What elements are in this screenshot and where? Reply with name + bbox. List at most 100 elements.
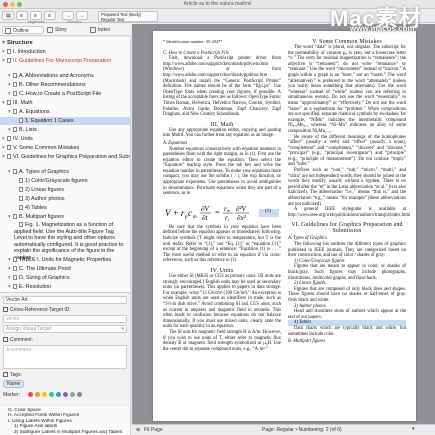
target-id-input[interactable]: vector (3, 315, 127, 323)
align-right-icon: ≡ (48, 13, 51, 19)
document-icon (13, 214, 17, 219)
checkbox-icon[interactable] (3, 337, 8, 342)
outline-item[interactable]: ▾ A. Abbreviations and Acronyms (0, 72, 130, 80)
outline-item[interactable]: ▾ B. Multipart figures (0, 213, 130, 221)
outline-item[interactable]: ▾ A. Equations (0, 108, 130, 116)
document-icon (13, 73, 17, 78)
marker-color-swatch[interactable] (63, 392, 68, 397)
marker-color-swatch[interactable] (42, 392, 47, 397)
outline-item[interactable]: 2) Linear figures (0, 186, 130, 194)
outline-item[interactable]: ▾ III. Math (0, 99, 130, 107)
outline-item-label: II. Guidelines For Manuscript Preparatio… (13, 58, 112, 64)
equations-body: Number equations consecutively with equa… (163, 146, 281, 197)
marker-color-swatch[interactable] (77, 392, 82, 397)
outline-icon (5, 28, 11, 34)
zoom-icon[interactable]: ⊕ (136, 427, 140, 433)
document-icon (13, 109, 17, 114)
outline-item[interactable]: ▾ D. Sizing of Graphics (0, 274, 130, 282)
document-icon (7, 100, 11, 105)
outline-item-label: C. The Ultimate Proof (19, 266, 71, 272)
section-c-body: First, download a PostScript printer dri… (163, 56, 281, 118)
units-body-2: The SI unit for magnetic field strength … (163, 329, 281, 352)
svg-text:∂x²: ∂x² (237, 214, 247, 222)
marker-label: Marker: (3, 392, 20, 398)
tab-story[interactable]: Story (45, 26, 87, 34)
inspector-panel: Vector Art Cross-Reference Target ID: ve… (0, 292, 131, 407)
align-center-icon: ≡ (34, 13, 37, 19)
checkbox-icon[interactable] (3, 307, 8, 312)
equation-block[interactable]: V + r p c m ∂V ∂t = r m r i ∂²V ∂x² (1) (163, 201, 281, 225)
outline-item[interactable]: ▾ V. Some Common Mistakes (0, 144, 130, 152)
linear-body: Figures that are composed of only black … (288, 286, 406, 303)
outline-item-label: B. Lists (19, 127, 37, 133)
chevron-down-icon[interactable]: ▾ (412, 426, 415, 432)
outline-item[interactable]: ▾ I. Introduction (0, 48, 130, 56)
outline-item[interactable]: ▾ A. Types of Graphics (0, 168, 130, 176)
outline-item-label: 1) Color/Grayscale figures (25, 178, 88, 184)
svg-text:m: m (227, 208, 230, 213)
field-title-input[interactable]: Vector Art (3, 296, 127, 304)
document-page[interactable]: * Identification number: 55-2047* C. How… (153, 31, 416, 421)
outline-item[interactable]: ▾ C. How to Create a PostScript File (0, 90, 130, 98)
outline-item[interactable]: ▾ VI. Guidelines for Graphics Preparation… (0, 153, 130, 161)
outline-item[interactable]: ▾ IV. Units (0, 135, 130, 143)
marker-color-swatch[interactable] (35, 392, 40, 397)
index-icon (90, 27, 96, 33)
left-align-button[interactable]: ≡ (16, 11, 28, 20)
assign-target-select[interactable]: Assign Visual Target ▾ (3, 325, 127, 333)
mode-tabs: Outline Story Index (0, 24, 131, 36)
align-left-icon: ≡ (20, 13, 23, 19)
outline-item-label: 1. Equation 1 Cases (25, 118, 74, 124)
right-align-button[interactable]: ≡ (44, 11, 56, 20)
outline-item-label: TABLE I. Units for Magnetic Properties (19, 257, 112, 263)
outline-item[interactable]: 4) Tables (0, 204, 130, 212)
document-icon (7, 154, 11, 159)
outline-item-label: VI. Guidelines for Graphics Preparation … (13, 154, 130, 160)
right-column: V. Some Common Mistakes The word “data” … (288, 39, 410, 345)
document-icon (13, 91, 17, 96)
rtl-button[interactable]: ← (76, 11, 88, 20)
tab-index[interactable]: Index (88, 26, 130, 34)
document-icon (7, 145, 11, 150)
author-body: Head and shoulders shots of authors whic… (288, 309, 406, 320)
outline-item-label: C. How to Create a PostScript File (19, 91, 102, 97)
outline-item[interactable]: 1. Equation 1 Cases (0, 117, 130, 125)
comment-field[interactable]: A comment (3, 345, 127, 369)
style-subname: Regular Text (101, 17, 125, 22)
document-icon (7, 58, 11, 63)
outline-item-label: A. Equations (19, 109, 50, 115)
marker-color-swatch[interactable] (49, 392, 54, 397)
sidebar-toggle-button[interactable]: ▤ (2, 11, 14, 20)
outline-item[interactable]: 3) Author photos (0, 195, 130, 203)
outline-lower-list: G. Color Space H. Accepted Fonts Within F… (0, 407, 131, 435)
svg-text:c: c (188, 208, 192, 218)
document-icon (19, 178, 23, 183)
outline-item[interactable]: ▾ II. Guidelines For Manuscript Preparati… (0, 57, 130, 65)
outline-item[interactable]: ▾ B. Lists (0, 126, 130, 134)
outline-item[interactable]: 1) Color/Grayscale figures (0, 177, 130, 185)
tag-chip[interactable]: Name (3, 380, 25, 388)
outline-item[interactable]: ▾ TABLE I. Units for Magnetic Properties (0, 256, 130, 264)
document-icon (13, 127, 17, 132)
styleguide-link[interactable]: A general IEEE styleguide is available a… (288, 207, 410, 218)
outline-item[interactable]: ▾ B. Other Recommendations (0, 81, 130, 89)
left-column: * Identification number: 55-2047* C. How… (163, 39, 281, 352)
outline-item[interactable]: ▾ E. Resolution (0, 283, 130, 291)
outline-item-label: IV. Units (13, 136, 33, 142)
center-align-button[interactable]: ≡ (30, 11, 42, 20)
outline-item[interactable]: 2) Subfigure Labels in Multipart Figures… (0, 430, 122, 435)
marker-color-swatch[interactable] (28, 392, 33, 397)
marker-color-swatch[interactable] (70, 392, 75, 397)
outline-item-label: D. Sizing of Graphics (19, 275, 70, 281)
ltr-button[interactable]: → (62, 11, 74, 20)
outline-item-label: B. Other Recommendations (19, 82, 86, 88)
document-icon (13, 275, 17, 280)
tab-outline[interactable]: Outline (2, 26, 44, 34)
zoom-selector[interactable]: Fit Page (144, 427, 163, 433)
marker-color-swatch[interactable] (56, 392, 61, 397)
style-selector[interactable]: Proposed Text (Body) Regular Text (98, 11, 158, 22)
outline-item[interactable]: ▾ C. The Ultimate Proof (0, 265, 130, 273)
checkbox-icon[interactable] (3, 372, 8, 377)
story-icon (47, 27, 53, 33)
sidebar-icon: ▤ (6, 13, 11, 19)
